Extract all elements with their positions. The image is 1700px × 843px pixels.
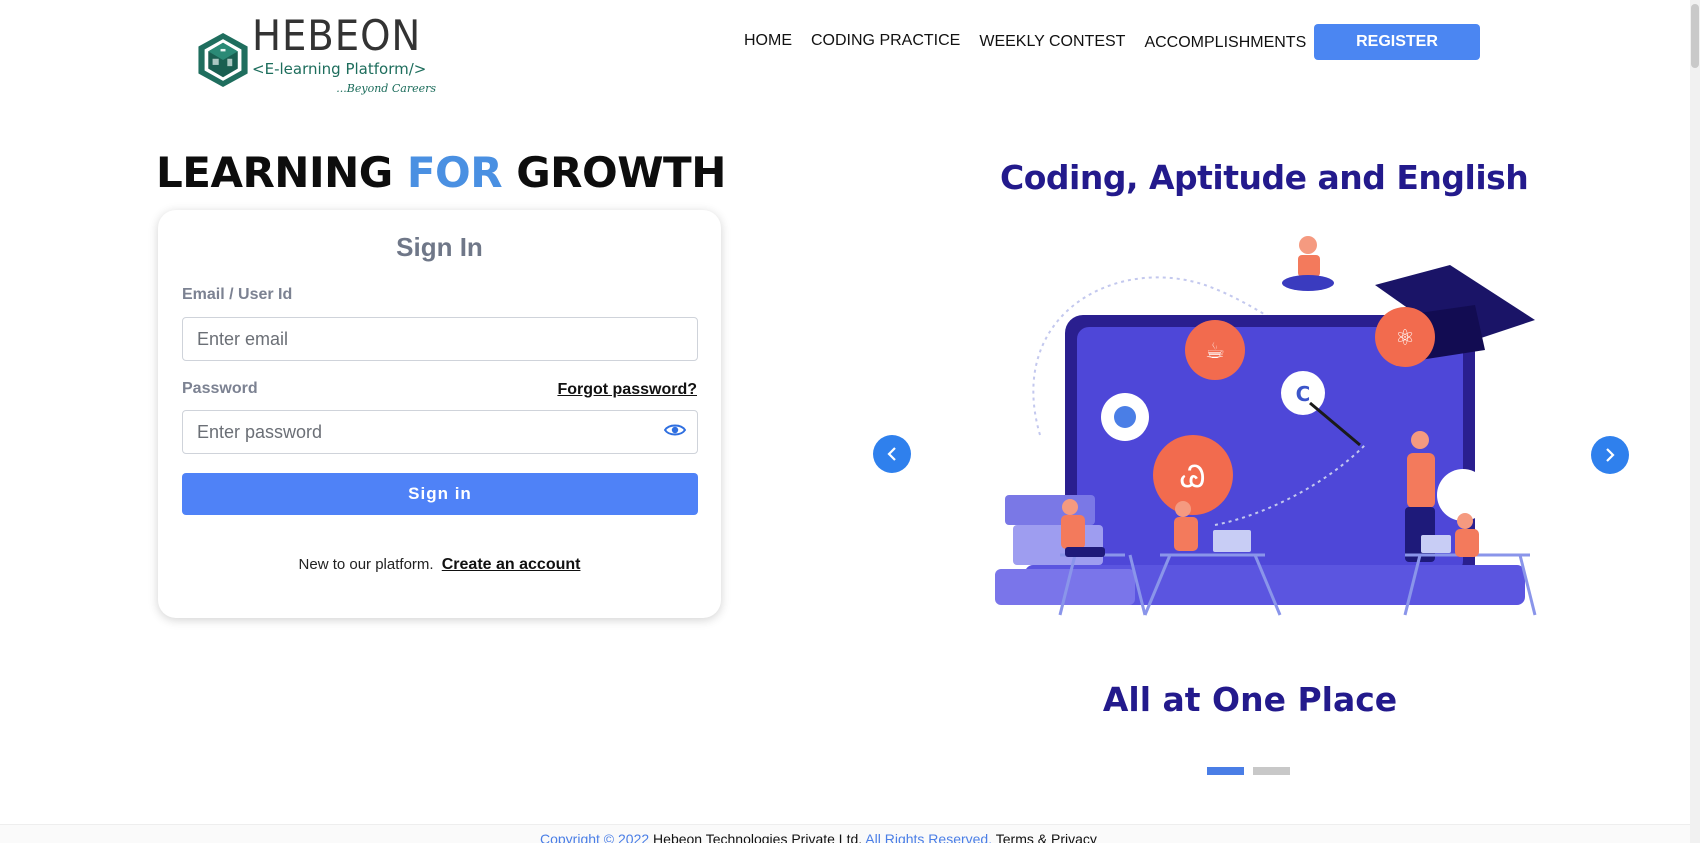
signin-title: Sign In (396, 232, 483, 262)
brand-subtitle: <E-learning Platform/> (252, 60, 427, 78)
headline-learning: LEARNING (156, 148, 393, 197)
page-footer: Copyright © 2022 Hebeon Technologies Pri… (0, 824, 1700, 843)
carousel-next-button[interactable] (1591, 436, 1629, 474)
nav-weekly-contest[interactable]: WEEKLY CONTEST (979, 33, 1125, 51)
footer-rights: All Rights Reserved. (865, 831, 993, 843)
brand-text: HEBEON <E-learning Platform/> ...Beyond … (252, 11, 436, 96)
signup-prompt-text: New to our platform. (298, 556, 434, 573)
nav-home[interactable]: HOME (744, 32, 792, 50)
register-button[interactable]: REGISTER (1314, 24, 1480, 60)
brand-name: HEBEON (252, 11, 422, 60)
forgot-password-link[interactable]: Forgot password? (557, 381, 697, 399)
logo-cube-icon (198, 32, 248, 88)
slide-caption: All at One Place (1102, 680, 1398, 719)
password-label: Password (182, 380, 258, 397)
headline-for: FOR (406, 148, 503, 197)
signin-button[interactable]: Sign in (182, 473, 698, 515)
svg-text:Ꮚ: Ꮚ (1180, 460, 1205, 495)
carousel-indicators (1207, 767, 1299, 775)
svg-text:⚛: ⚛ (1395, 326, 1415, 351)
email-field[interactable] (182, 317, 698, 361)
carousel-indicator-2[interactable] (1253, 767, 1290, 775)
learning-illustration: ☕ ⚛ C Ꮚ (995, 236, 1537, 616)
email-label: Email / User Id (182, 286, 293, 303)
footer-company: Hebeon Technologies Private Ltd. (653, 831, 863, 843)
chevron-left-icon (887, 447, 896, 461)
carousel-indicator-1[interactable] (1207, 767, 1244, 775)
nav-accomplishments[interactable]: ACCOMPLISHMENTS (1144, 34, 1306, 52)
svg-text:☕: ☕ (1205, 339, 1225, 364)
terms-privacy-link[interactable]: Terms & Privacy (996, 831, 1097, 843)
footer-copyright: Copyright © 2022 (540, 831, 650, 843)
brand-logo[interactable]: HEBEON <E-learning Platform/> ...Beyond … (196, 14, 436, 106)
create-account-link[interactable]: Create an account (442, 556, 581, 573)
footer-text: Copyright © 2022 Hebeon Technologies Pri… (540, 831, 1097, 843)
svg-text:C: C (1296, 382, 1311, 406)
headline-growth: GROWTH (516, 148, 726, 197)
carousel-prev-button[interactable] (873, 435, 911, 473)
eye-icon[interactable] (664, 423, 686, 437)
top-nav: HOME CODING PRACTICE WEEKLY CONTEST ACCO… (744, 30, 1325, 52)
slide-heading: Coding, Aptitude and English (1000, 158, 1529, 197)
nav-coding-practice[interactable]: CODING PRACTICE (811, 32, 960, 50)
hero-headline: LEARNING FOR GROWTH (156, 148, 726, 197)
signin-card: Sign In Email / User Id Password Forgot … (158, 210, 721, 618)
chevron-right-icon (1606, 448, 1615, 462)
brand-tagline: ...Beyond Careers (336, 82, 436, 95)
password-field[interactable] (182, 410, 698, 454)
page-scrollbar[interactable] (1690, 0, 1700, 843)
scrollbar-thumb[interactable] (1691, 4, 1699, 68)
signup-prompt-row: New to our platform. Create an account (158, 556, 721, 574)
